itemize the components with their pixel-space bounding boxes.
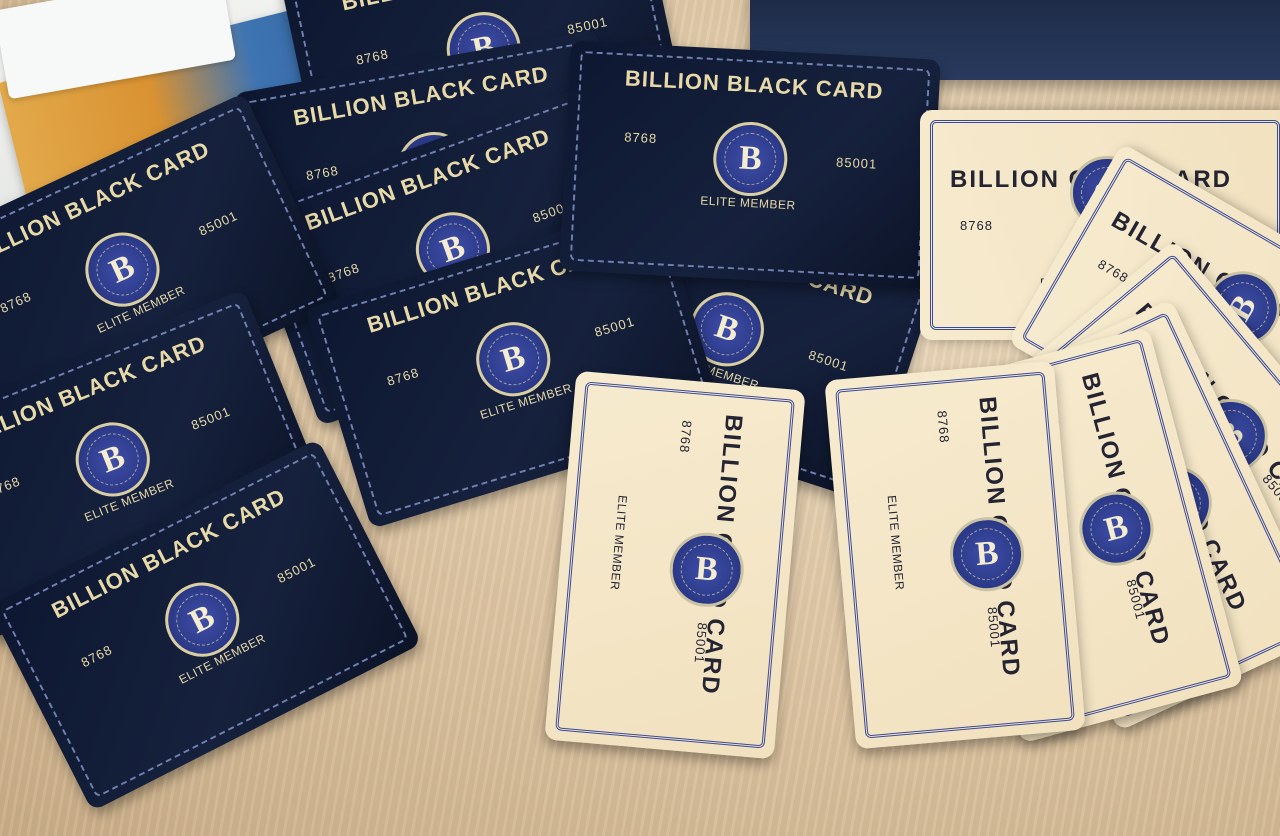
photo-scene: BILLION BLACK CARD 8768 B 85001 ELITE ME… — [0, 0, 1280, 836]
gold-card-front: BILLION GOLD CARD 8768 B 85001 ELITE MEM… — [544, 370, 806, 760]
card-number-right: 85001 — [835, 154, 878, 172]
card-number-left: 8768 — [676, 419, 695, 454]
card-number-left: 8768 — [623, 129, 658, 147]
card-number-left: 8768 — [934, 409, 953, 445]
gold-card: BILLION GOLD CARD 8768 B 85001 ELITE MEM… — [824, 360, 1086, 750]
card-number-left: 8768 — [960, 218, 993, 233]
black-card-top: BILLION BLACK CARD 8768 B 85001 ELITE ME… — [559, 40, 941, 290]
